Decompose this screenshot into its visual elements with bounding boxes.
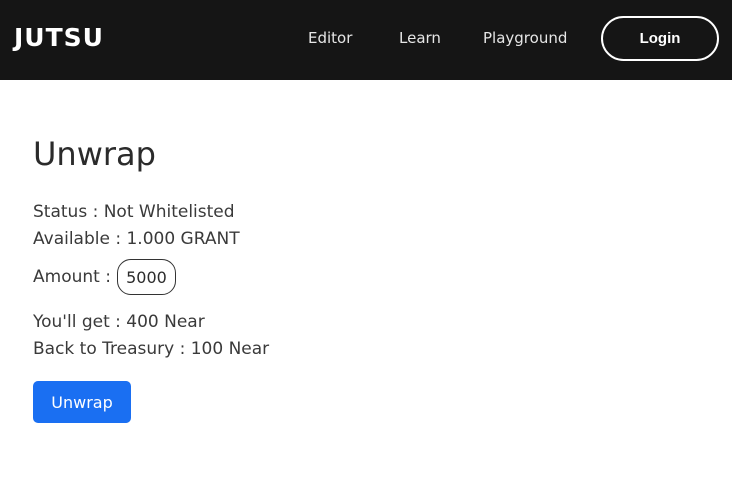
jutsu-logo[interactable]: JUTSU	[14, 24, 104, 52]
nav-link-playground[interactable]: Playground	[483, 28, 567, 48]
amount-row: Amount :	[33, 259, 176, 295]
nav-link-editor[interactable]: Editor	[308, 28, 352, 48]
amount-label: Amount :	[33, 267, 111, 287]
logo-text: JUTSU	[14, 23, 104, 52]
available-balance: Available : 1.000 GRANT	[33, 229, 240, 249]
unwrap-button[interactable]: Unwrap	[33, 381, 131, 423]
top-navbar: JUTSU Editor Learn Playground Login	[0, 0, 732, 80]
status-text: Status : Not Whitelisted	[33, 202, 235, 222]
back-to-treasury-text: Back to Treasury : 100 Near	[33, 339, 270, 359]
nav-link-learn[interactable]: Learn	[399, 28, 441, 48]
amount-input[interactable]	[116, 259, 176, 295]
login-button[interactable]: Login	[601, 16, 719, 61]
page-title: Unwrap	[33, 135, 156, 173]
you-get-text: You'll get : 400 Near	[33, 312, 205, 332]
